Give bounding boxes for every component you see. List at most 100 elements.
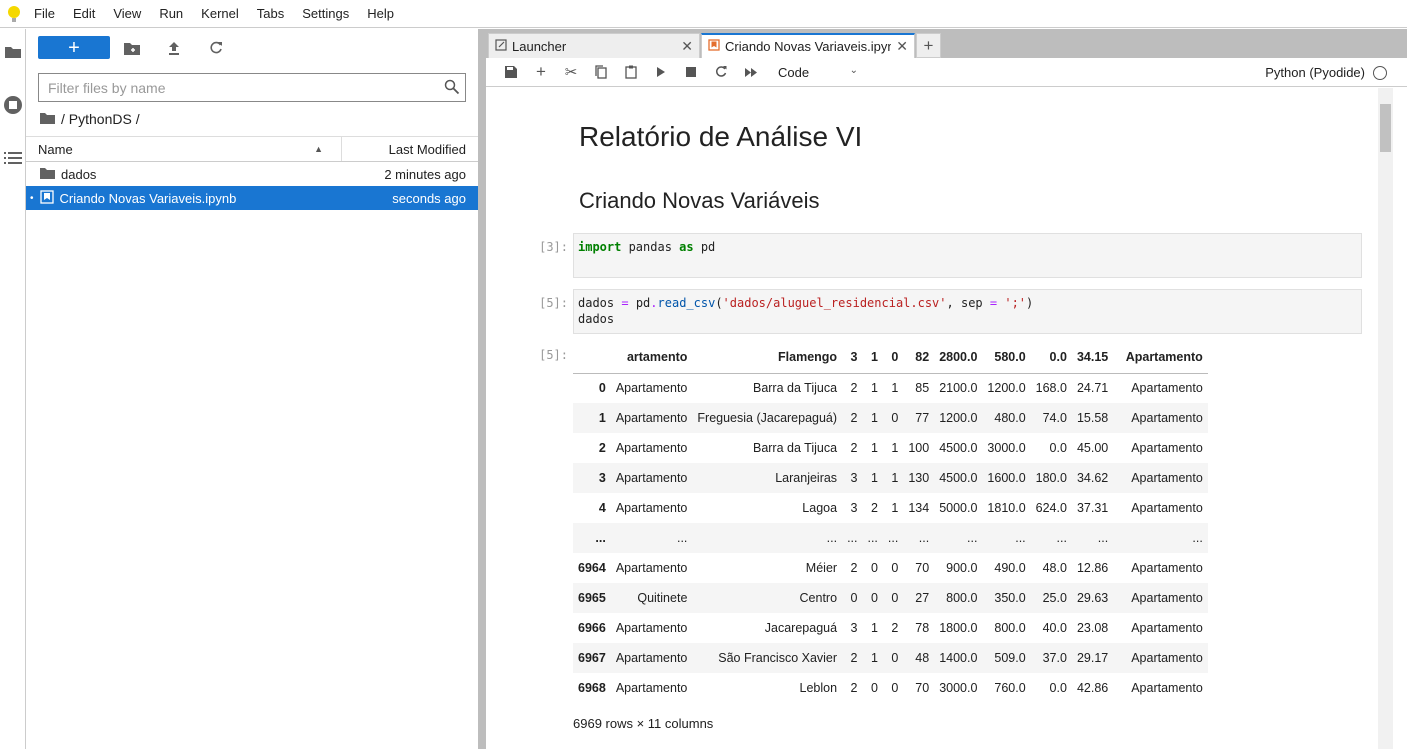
tab-launcher[interactable]: Launcher ✕: [488, 33, 700, 58]
table-cell: 15.58: [1076, 411, 1109, 425]
table-cell: Apartamento: [1131, 681, 1203, 695]
table-cell: 0: [891, 681, 899, 695]
file-name: dados: [61, 166, 97, 182]
running-stop-icon[interactable]: [0, 95, 26, 115]
menu-file[interactable]: File: [25, 6, 64, 21]
scrollbar-thumb[interactable]: [1380, 104, 1391, 152]
file-browser: + / PythonDS / Name ▲ Last Modified dados…: [26, 29, 478, 749]
filter-files-input[interactable]: [38, 73, 466, 102]
table-cell: 1810.0: [987, 501, 1026, 515]
menu-edit[interactable]: Edit: [64, 6, 104, 21]
folder-icon[interactable]: [0, 45, 26, 59]
table-cell: 2: [850, 681, 858, 695]
menu-tabs[interactable]: Tabs: [248, 6, 293, 21]
table-cell: ...: [867, 531, 878, 545]
row-index: 1: [598, 411, 606, 425]
table-cell: 23.08: [1076, 621, 1109, 635]
column-last-modified[interactable]: Last Modified: [342, 137, 478, 161]
tab-notebook[interactable]: Criando Novas Variaveis.ipyn ✕: [701, 33, 915, 58]
code-cell-read-csv[interactable]: dados = pd.read_csv('dados/aluguel_resid…: [573, 289, 1362, 334]
table-cell: 1: [891, 471, 899, 485]
file-item-notebook[interactable]: • Criando Novas Variaveis.ipynb seconds a…: [26, 186, 478, 210]
table-cell: 27: [915, 591, 930, 605]
cut-icon[interactable]: ✂: [556, 60, 586, 84]
copy-icon[interactable]: [586, 60, 616, 84]
table-cell: 2: [870, 501, 878, 515]
stop-icon[interactable]: [676, 60, 706, 84]
close-icon[interactable]: ✕: [681, 38, 693, 55]
table-cell: 1: [891, 441, 899, 455]
menu-help[interactable]: Help: [358, 6, 403, 21]
table-cell: Lagoa: [802, 501, 838, 515]
table-cell: 2: [850, 561, 858, 575]
save-icon[interactable]: [496, 60, 526, 84]
table-of-contents-icon[interactable]: [0, 151, 26, 165]
restart-icon[interactable]: [706, 60, 736, 84]
table-cell: 4500.0: [939, 471, 978, 485]
table-cell: 0: [891, 591, 899, 605]
add-tab-button[interactable]: +: [916, 33, 941, 58]
code-cell-import[interactable]: import pandas as pd: [573, 233, 1362, 278]
table-cell: 48: [915, 651, 930, 665]
cell-prompt: [5]:: [539, 296, 568, 310]
table-cell: Quitinete: [637, 591, 688, 605]
row-index: 6964: [578, 561, 606, 575]
table-row: 2 Apartamento Barra da Tijuca 2 1 1 100 4500.0 3…: [573, 433, 1208, 463]
row-index: 0: [598, 381, 606, 396]
menu-kernel[interactable]: Kernel: [192, 6, 248, 21]
table-cell: 350.0: [994, 591, 1026, 605]
file-name: Criando Novas Variaveis.ipynb: [59, 190, 237, 206]
new-launcher-button[interactable]: +: [38, 36, 110, 59]
table-cell: 29.63: [1076, 591, 1109, 605]
table-cell: 37.31: [1076, 501, 1109, 515]
table-cell: ...: [1056, 531, 1067, 545]
table-cell: Apartamento: [1131, 651, 1203, 665]
file-item-dados[interactable]: dados 2 minutes ago: [26, 162, 478, 186]
scrollbar[interactable]: [1378, 88, 1393, 749]
running-dot-icon: •: [30, 192, 34, 204]
notebook-toolbar: + ✂ Code ⌄ Python (Pyodide): [486, 58, 1407, 87]
table-row: 0 Apartamento Barra da Tijuca 2 1 1 85 2100.0 12…: [573, 373, 1208, 403]
column-header: 0: [882, 341, 904, 374]
new-folder-icon[interactable]: [122, 38, 142, 58]
table-cell: 760.0: [994, 681, 1026, 695]
table-cell: 0: [870, 591, 878, 605]
row-index: 3: [598, 471, 606, 485]
tab-label: Criando Novas Variaveis.ipyn: [725, 39, 892, 54]
table-cell: 3: [850, 471, 858, 485]
row-index: ...: [595, 531, 606, 545]
table-cell: 40.0: [1042, 621, 1067, 635]
column-name[interactable]: Name ▲: [26, 137, 342, 161]
add-cell-icon[interactable]: +: [526, 60, 556, 84]
menubar: File Edit View Run Kernel Tabs Settings …: [0, 0, 1407, 28]
table-cell: 45.00: [1076, 441, 1109, 455]
refresh-icon[interactable]: [206, 38, 226, 58]
close-icon[interactable]: ✕: [896, 38, 908, 55]
table-cell: 1: [870, 411, 878, 425]
column-header: 0.0: [1030, 341, 1072, 374]
table-cell: 168.0: [1035, 381, 1067, 396]
menu-run[interactable]: Run: [150, 6, 192, 21]
column-name-label: Name: [38, 142, 73, 157]
table-cell: ...: [847, 531, 858, 545]
home-folder-icon[interactable]: [40, 111, 55, 127]
table-row: 6968 Apartamento Leblon 2 0 0 70 3000.0 760.0 0.0…: [573, 673, 1208, 703]
table-cell: 480.0: [994, 411, 1026, 425]
run-icon[interactable]: [646, 60, 676, 84]
table-cell: Apartamento: [615, 381, 688, 396]
kernel-status[interactable]: Python (Pyodide): [1265, 65, 1387, 80]
menu-view[interactable]: View: [104, 6, 150, 21]
table-cell: 2100.0: [939, 381, 978, 396]
fast-forward-icon[interactable]: [736, 60, 766, 84]
panel-splitter[interactable]: [478, 29, 486, 749]
menu-settings[interactable]: Settings: [293, 6, 358, 21]
row-index: 6967: [578, 651, 606, 665]
table-cell: 70: [915, 561, 930, 575]
paste-icon[interactable]: [616, 60, 646, 84]
table-cell: Apartamento: [1131, 411, 1203, 425]
dataframe-shape: 6969 rows × 11 columns: [573, 716, 714, 731]
cell-type-select[interactable]: Code ⌄: [778, 65, 858, 80]
table-cell: ...: [918, 531, 930, 545]
upload-icon[interactable]: [164, 38, 184, 58]
breadcrumb-path[interactable]: / PythonDS /: [61, 111, 140, 127]
